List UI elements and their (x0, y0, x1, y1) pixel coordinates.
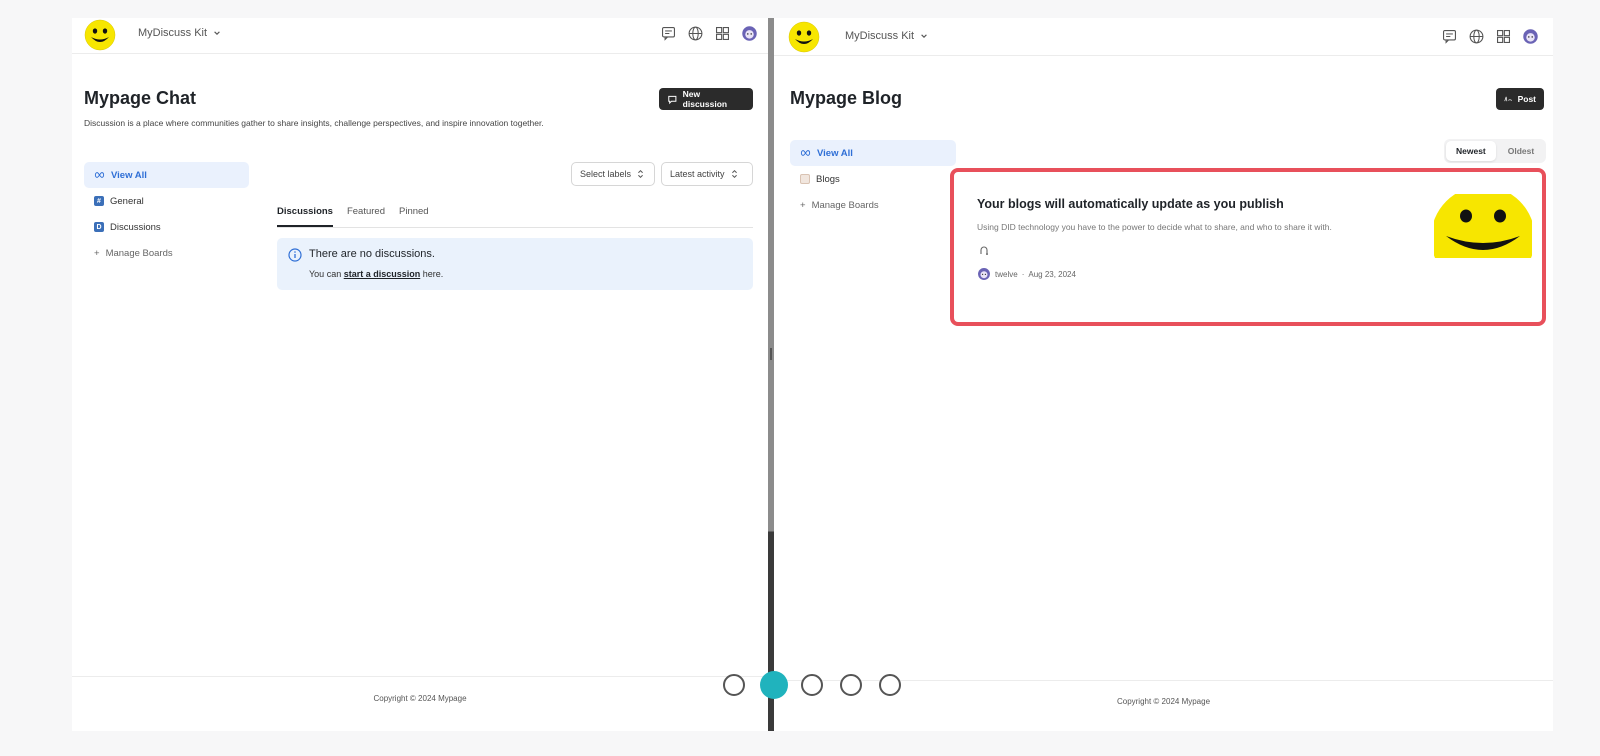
smiley-logo-icon[interactable] (788, 21, 820, 53)
meta-separator: · (1021, 269, 1025, 279)
top-bar: MyDiscuss Kit (774, 18, 1553, 56)
chat-bubble-icon (668, 95, 677, 104)
sidebar-item-label: View All (817, 147, 853, 159)
sidebar-item-label: View All (111, 169, 147, 181)
post-title[interactable]: Your blogs will automatically update as … (977, 197, 1284, 211)
page-title: Mypage Blog (790, 88, 903, 108)
chevron-down-icon (921, 34, 927, 38)
slide-pager (0, 671, 1600, 699)
notice-subtext: You can start a discussion here. (309, 269, 443, 279)
blog-post-card[interactable]: Your blogs will automatically update as … (950, 168, 1546, 326)
top-icons (1441, 28, 1539, 45)
pager-dot-4[interactable] (840, 674, 862, 696)
kit-name: MyDiscuss Kit (138, 27, 208, 39)
pager-dot-5[interactable] (879, 674, 901, 696)
d-badge-icon: D (94, 222, 104, 232)
empty-state-notice: There are no discussions. You can start … (277, 238, 753, 290)
kit-switcher[interactable]: MyDiscuss Kit (845, 30, 928, 42)
start-discussion-link[interactable]: start a discussion (344, 269, 421, 279)
plus-icon: + (800, 199, 806, 211)
post-date: Aug 23, 2024 (1028, 269, 1076, 279)
tab-pinned[interactable]: Pinned (399, 206, 429, 227)
post-thumbnail-smiley-icon[interactable] (1434, 194, 1532, 258)
notice-suffix: here. (422, 269, 444, 279)
globe-icon[interactable] (1468, 28, 1485, 45)
sort-value: Latest activity (670, 169, 725, 179)
new-discussion-button[interactable]: New discussion (659, 88, 753, 110)
sort-dropdown[interactable]: Latest activity (661, 162, 753, 186)
apps-grid-icon[interactable] (714, 25, 731, 42)
apps-grid-icon[interactable] (1495, 28, 1512, 45)
notice-title: There are no discussions. (309, 248, 435, 260)
sort-toggle: Newest Oldest (1444, 139, 1547, 163)
plus-icon: + (94, 247, 100, 259)
post-excerpt: Using DID technology you have to the pow… (977, 222, 1332, 232)
right-sidebar: View All Blogs + Manage Boards (790, 140, 956, 218)
sidebar-item-label: Manage Boards (105, 247, 173, 259)
chat-icon[interactable] (1441, 28, 1458, 45)
avatar-icon[interactable] (1522, 28, 1539, 45)
divider-grip (770, 348, 772, 360)
kit-name: MyDiscuss Kit (845, 30, 915, 42)
sidebar-item-label: Manage Boards (811, 199, 879, 211)
blog-panel: MyDiscuss Kit Mypage Blog Post View All … (774, 18, 1553, 731)
page-description: Discussion is a place where communities … (84, 118, 544, 128)
new-discussion-label: New discussion (682, 89, 728, 109)
post-meta: twelve · Aug 23, 2024 (977, 267, 1076, 281)
chevron-down-icon (214, 31, 220, 35)
sidebar-item-manage-boards[interactable]: + Manage Boards (790, 192, 956, 218)
notice-prefix: You can (309, 269, 342, 279)
info-icon (288, 248, 302, 262)
pager-dot-1[interactable] (723, 674, 745, 696)
sidebar-item-blogs[interactable]: Blogs (790, 166, 956, 192)
sort-oldest-option[interactable]: Oldest (1498, 141, 1544, 161)
globe-icon[interactable] (687, 25, 704, 42)
discussion-tabs: Discussions Featured Pinned (277, 206, 753, 228)
blog-square-icon (800, 174, 810, 184)
chevron-updown-icon (731, 169, 737, 179)
chat-panel: MyDiscuss Kit Mypage Chat Discussion is … (72, 18, 768, 731)
reaction-icon[interactable] (978, 245, 990, 257)
select-labels-value: Select labels (580, 169, 632, 179)
signature-icon (1504, 96, 1513, 102)
post-author[interactable]: twelve (995, 270, 1018, 279)
left-sidebar: View All # General D Discussions + Manag… (84, 162, 249, 266)
kit-switcher[interactable]: MyDiscuss Kit (138, 27, 221, 39)
avatar-icon[interactable] (741, 25, 758, 42)
top-icons (660, 25, 758, 42)
sidebar-item-general[interactable]: # General (84, 188, 249, 214)
sort-newest-option[interactable]: Newest (1446, 141, 1496, 161)
post-label: Post (1517, 94, 1536, 104)
pager-dot-2-active[interactable] (760, 671, 788, 699)
chat-icon[interactable] (660, 25, 677, 42)
tab-featured[interactable]: Featured (347, 206, 385, 227)
sidebar-item-discussions[interactable]: D Discussions (84, 214, 249, 240)
sidebar-item-view-all[interactable]: View All (84, 162, 249, 188)
tab-discussions[interactable]: Discussions (277, 206, 333, 227)
hash-badge-icon: # (94, 196, 104, 206)
top-bar: MyDiscuss Kit (72, 18, 768, 54)
infinity-icon (800, 150, 811, 156)
select-labels-dropdown[interactable]: Select labels (571, 162, 655, 186)
chevron-updown-icon (638, 169, 643, 179)
sidebar-item-label: Discussions (110, 221, 161, 233)
author-avatar-icon (978, 268, 990, 280)
infinity-icon (94, 172, 105, 178)
page-title: Mypage Chat (84, 88, 197, 108)
sidebar-item-view-all[interactable]: View All (790, 140, 956, 166)
sidebar-item-manage-boards[interactable]: + Manage Boards (84, 240, 249, 266)
sidebar-item-label: Blogs (816, 173, 840, 185)
post-button[interactable]: Post (1496, 88, 1544, 110)
smiley-logo-icon[interactable] (84, 19, 116, 51)
sidebar-item-label: General (110, 195, 144, 207)
pager-dot-3[interactable] (801, 674, 823, 696)
